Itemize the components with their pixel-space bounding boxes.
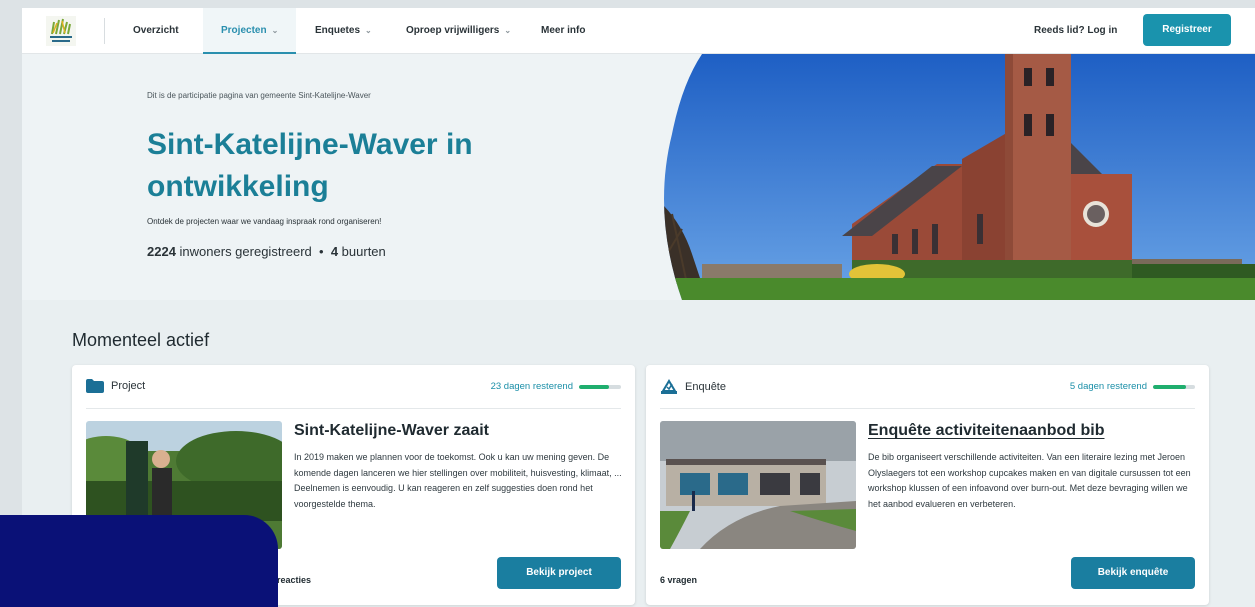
- folder-icon: [86, 379, 104, 393]
- residents-count: 2224: [147, 244, 176, 259]
- section-title-active: Momenteel actief: [72, 330, 210, 350]
- progress-bar: [579, 385, 621, 389]
- progress-fill: [579, 385, 610, 389]
- progress-bar: [1153, 385, 1195, 389]
- residents-label: inwoners geregistreerd: [179, 244, 312, 259]
- view-survey-button[interactable]: Bekijk enquête: [1071, 557, 1195, 589]
- nav-item-label: Enquetes: [315, 25, 361, 36]
- card-type-label: Project: [111, 380, 146, 392]
- chevron-down-icon: ⌄: [271, 26, 279, 35]
- nav-item-enquetes[interactable]: Enquetes ⌄: [315, 8, 372, 54]
- top-navigation: Overzicht Projecten ⌄ Enquetes ⌄ Oproep vr…: [22, 8, 1255, 54]
- municipality-logo[interactable]: [44, 14, 78, 48]
- hero-intro: Dit is de participatie pagina van gemeen…: [147, 91, 371, 100]
- project-description: In 2019 maken we plannen voor de toekoms…: [294, 452, 622, 509]
- stats-separator: •: [319, 244, 324, 259]
- overlay-panel: [0, 515, 278, 607]
- survey-question-count: 6 vragen: [660, 575, 698, 585]
- chevron-down-icon: ⌄: [365, 26, 372, 35]
- survey-image: [660, 421, 856, 549]
- divider: [660, 408, 1195, 409]
- nav-divider: [104, 18, 105, 44]
- neighbourhoods-label: buurten: [341, 244, 386, 259]
- nav-item-label: Projecten: [221, 25, 267, 36]
- project-reactions: reacties: [277, 575, 312, 585]
- login-link[interactable]: Reeds lid? Log in: [1034, 8, 1117, 54]
- view-project-button[interactable]: Bekijk project: [497, 557, 621, 589]
- neighbourhoods-count: 4: [330, 244, 339, 259]
- nav-item-label: Overzicht: [133, 25, 179, 36]
- project-title[interactable]: Sint-Katelijne-Waver zaait: [294, 422, 489, 440]
- card-type: Project: [86, 379, 145, 393]
- survey-card[interactable]: Enquête 5 dagen resterend Enquête activi…: [646, 365, 1209, 605]
- church-hero-image: [664, 54, 1255, 300]
- nav-item-meer-info[interactable]: Meer info: [541, 8, 585, 54]
- hero-stats: 2224 inwoners geregistreerd • 4 buurten: [147, 244, 386, 259]
- nav-item-label: Meer info: [541, 25, 586, 36]
- survey-description: De bib organiseert verschillende activit…: [868, 452, 1191, 509]
- register-button[interactable]: Registreer: [1143, 14, 1231, 46]
- days-remaining: 23 dagen resterend: [490, 381, 573, 392]
- days-remaining: 5 dagen resterend: [1069, 381, 1147, 392]
- card-type-label: Enquête: [685, 381, 726, 393]
- hero-subtitle: Ontdek de projecten waar we vandaag insp…: [147, 217, 382, 226]
- survey-icon: [661, 379, 677, 394]
- nav-item-label: Oproep vrijwilligers: [406, 25, 500, 36]
- nav-item-oproep-vrijwilligers[interactable]: Oproep vrijwilligers ⌄: [406, 8, 511, 54]
- nav-item-projecten[interactable]: Projecten ⌄: [203, 8, 297, 54]
- page-title: Sint-Katelijne-Waver in ontwikkeling: [147, 128, 473, 203]
- hero-section: Dit is de participatie pagina van gemeen…: [22, 54, 1255, 300]
- card-type: Enquête: [660, 379, 726, 395]
- progress-fill: [1153, 385, 1186, 389]
- survey-title[interactable]: Enquête activiteitenaanbod bib: [868, 422, 1104, 440]
- nav-item-overzicht[interactable]: Overzicht: [133, 8, 179, 54]
- chevron-down-icon: ⌄: [504, 26, 512, 35]
- divider: [86, 408, 621, 409]
